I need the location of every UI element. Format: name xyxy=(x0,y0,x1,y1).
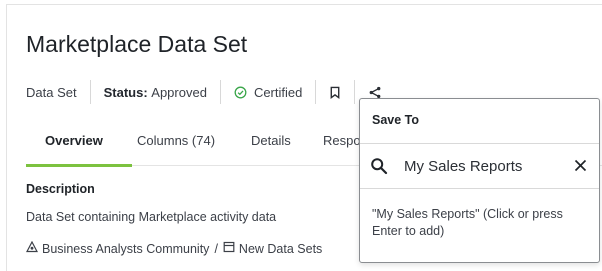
status-label: Status: xyxy=(103,84,148,100)
close-icon[interactable] xyxy=(574,159,587,177)
status: Status: Approved xyxy=(104,85,207,100)
active-tab-indicator xyxy=(26,164,132,167)
metadata-bar: Data Set Status: Approved Certified xyxy=(26,79,382,105)
divider xyxy=(219,80,221,104)
folder-icon xyxy=(223,241,239,256)
bookmark-icon[interactable] xyxy=(329,86,341,99)
save-to-search-input[interactable] xyxy=(404,154,564,178)
asset-type: Data Set xyxy=(26,84,77,100)
search-icon xyxy=(370,157,388,180)
divider xyxy=(360,188,599,189)
save-to-popover: Save To "My Sales Reports" (Click or pre… xyxy=(359,98,600,263)
add-suggestion[interactable]: "My Sales Reports" (Click or press Enter… xyxy=(372,206,577,240)
tab-overview[interactable]: Overview xyxy=(45,133,103,148)
divider xyxy=(354,80,356,104)
tab-details[interactable]: Details xyxy=(251,133,291,148)
status-value: Approved xyxy=(151,84,207,100)
check-circle-icon xyxy=(234,86,247,99)
breadcrumb-community-link[interactable]: Business Analysts Community xyxy=(42,242,209,256)
description-heading: Description xyxy=(26,182,95,196)
description-text: Data Set containing Marketplace activity… xyxy=(26,210,277,224)
page-title: Marketplace Data Set xyxy=(26,31,248,57)
divider xyxy=(89,80,91,104)
breadcrumb-separator: / xyxy=(214,241,218,256)
certified-badge: Certified xyxy=(253,84,303,100)
breadcrumb: Business Analysts Community / New Data S… xyxy=(26,240,322,256)
divider xyxy=(315,80,317,104)
search-row xyxy=(360,144,599,188)
tab-responsibilities[interactable]: Respo xyxy=(323,133,361,148)
tab-columns[interactable]: Columns (74) xyxy=(137,133,215,148)
share-icon[interactable] xyxy=(368,86,382,99)
community-icon xyxy=(26,240,42,256)
save-to-title: Save To xyxy=(372,113,420,127)
breadcrumb-folder-link[interactable]: New Data Sets xyxy=(239,242,322,256)
